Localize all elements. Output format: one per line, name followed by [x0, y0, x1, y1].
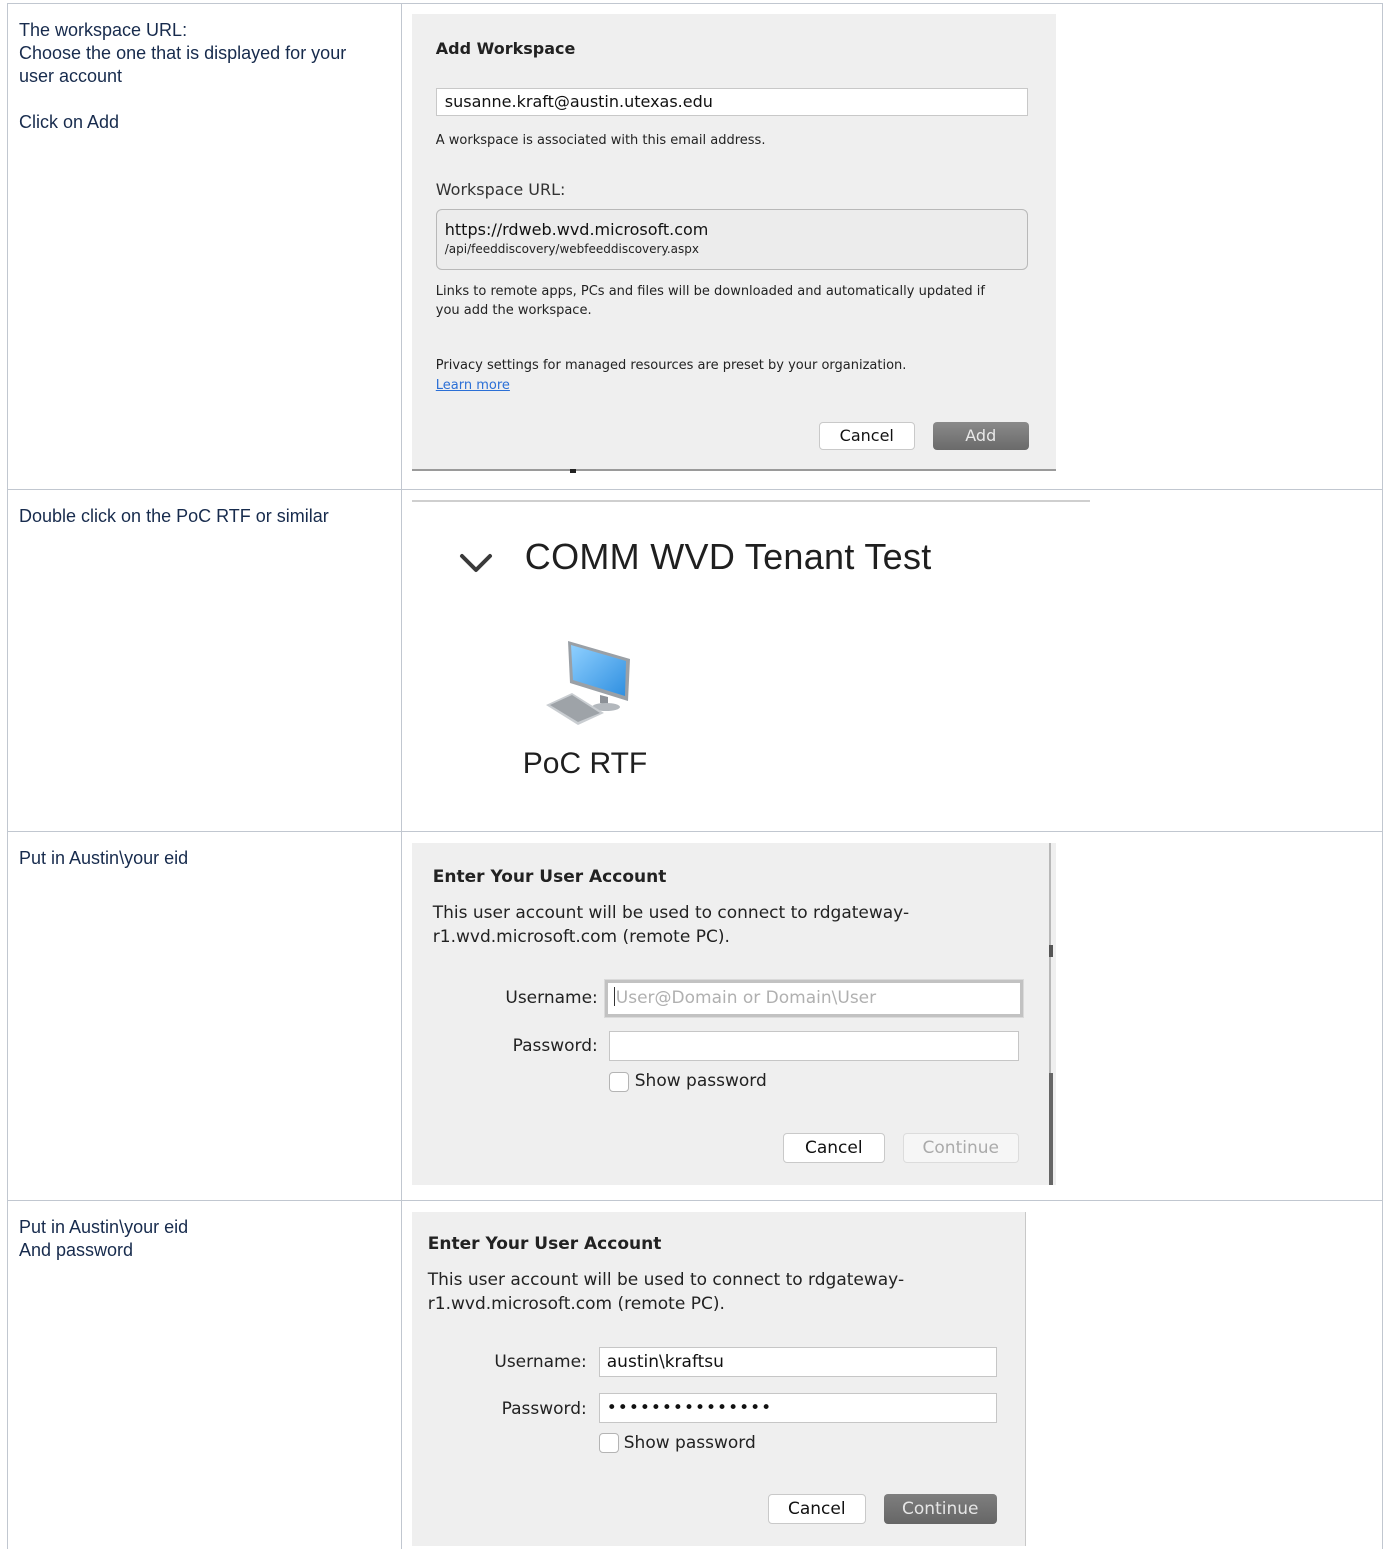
- username-input[interactable]: austin\kraftsu: [598, 1347, 997, 1377]
- email-association-note: A workspace is associated with this emai…: [435, 133, 766, 148]
- password-label: Password:: [512, 1036, 598, 1056]
- workspace-url-path: /api/feeddiscovery/webfeeddiscovery.aspx: [444, 242, 699, 256]
- table-row: Put in Austin\your eid Enter Your User A…: [7, 831, 1384, 1201]
- dialog-title: Enter Your User Account: [427, 1234, 662, 1254]
- username-label: Username:: [494, 1352, 587, 1372]
- password-input[interactable]: [608, 1031, 1019, 1061]
- instruction-text: And password: [19, 1240, 134, 1260]
- workspace-tenant-name: COMM WVD Tenant Test: [524, 536, 932, 577]
- screenshot-cell: Enter Your User Account This user accoun…: [400, 1200, 1384, 1549]
- text-cursor: [613, 987, 615, 1006]
- user-account-dialog: Enter Your User Account This user accoun…: [411, 1212, 1026, 1546]
- dialog-description: This user account will be used to connec…: [433, 901, 909, 949]
- cancel-button[interactable]: Cancel: [782, 1133, 885, 1163]
- instruction-text: Put in Austin\your eid: [19, 848, 189, 868]
- instruction-text: Click on Add: [19, 112, 120, 132]
- divider-mark: [569, 469, 576, 473]
- show-password-label: Show password: [623, 1433, 756, 1453]
- remote-pc-label[interactable]: PoC RTF: [523, 747, 647, 781]
- show-password-label: Show password: [634, 1071, 767, 1091]
- workspace-view: COMM WVD Tenant Test PoC RTF: [411, 500, 1090, 820]
- description-line: This user account will be used to connec…: [432, 903, 910, 923]
- instruction-text: Double click on the PoC RTF or similar: [19, 506, 329, 526]
- table-row: Double click on the PoC RTF or similar C…: [7, 489, 1384, 832]
- cancel-button[interactable]: Cancel: [818, 422, 915, 450]
- add-button[interactable]: Add: [932, 422, 1029, 450]
- dialog-description: This user account will be used to connec…: [428, 1268, 904, 1316]
- table-row: The workspace URL: Choose the one that i…: [7, 3, 1384, 490]
- window-edge-mark: [1048, 945, 1053, 957]
- screenshot-cell: Add Workspace susanne.kraft@austin.utexa…: [400, 3, 1384, 490]
- description-line: r1.wvd.microsoft.com (remote PC).: [427, 1294, 725, 1314]
- instruction-cell: The workspace URL: Choose the one that i…: [7, 3, 402, 490]
- remote-pc-icon[interactable]: [542, 635, 634, 727]
- show-password-checkbox[interactable]: [598, 1433, 619, 1453]
- instruction-text: [19, 88, 389, 111]
- window-edge-mark: [1048, 1073, 1053, 1185]
- dialog-title: Add Workspace: [435, 39, 576, 58]
- instruction-cell: Put in Austin\your eid: [7, 831, 402, 1201]
- continue-button[interactable]: Continue: [883, 1494, 997, 1524]
- workspace-url-host: https://rdweb.wvd.microsoft.com: [444, 220, 709, 239]
- learn-more-link[interactable]: Learn more: [436, 376, 1016, 396]
- download-note: Links to remote apps, PCs and files will…: [435, 284, 985, 318]
- description-line: This user account will be used to connec…: [427, 1270, 905, 1290]
- privacy-text: Privacy settings for managed resources a…: [435, 358, 907, 373]
- username-placeholder: User@Domain or Domain\User: [615, 988, 877, 1008]
- continue-button[interactable]: Continue: [902, 1133, 1019, 1163]
- instructions-table: The workspace URL: Choose the one that i…: [7, 3, 1384, 1549]
- description-line: r1.wvd.microsoft.com (remote PC).: [432, 927, 730, 947]
- window-edge: [1024, 1212, 1026, 1546]
- cancel-button[interactable]: Cancel: [767, 1494, 866, 1524]
- user-account-dialog: Enter Your User Account This user accoun…: [411, 843, 1056, 1185]
- workspace-url-field[interactable]: https://rdweb.wvd.microsoft.com /api/fee…: [435, 209, 1028, 270]
- show-password-checkbox[interactable]: [608, 1072, 629, 1092]
- add-workspace-dialog: Add Workspace susanne.kraft@austin.utexa…: [411, 14, 1056, 473]
- instruction-text: Put in Austin\your eid: [19, 1217, 189, 1237]
- username-label: Username:: [505, 988, 598, 1008]
- password-label: Password:: [501, 1399, 587, 1419]
- privacy-note: Privacy settings for managed resources a…: [436, 356, 1016, 396]
- email-field[interactable]: susanne.kraft@austin.utexas.edu: [435, 88, 1028, 116]
- screenshot-cell: Enter Your User Account This user accoun…: [400, 831, 1384, 1201]
- instruction-text: user account: [19, 66, 123, 86]
- instruction-cell: Double click on the PoC RTF or similar: [7, 489, 402, 832]
- dialog-title: Enter Your User Account: [432, 867, 667, 887]
- chevron-down-icon[interactable]: [456, 544, 496, 584]
- screenshot-cell: COMM WVD Tenant Test PoC RTF: [400, 489, 1384, 832]
- workspace-url-label: Workspace URL:: [435, 180, 566, 199]
- instruction-text: Choose the one that is displayed for you…: [19, 43, 347, 63]
- instruction-cell: Put in Austin\your eid And password: [7, 1200, 402, 1549]
- username-input[interactable]: User@Domain or Domain\User: [604, 980, 1023, 1017]
- password-input[interactable]: •••••••••••••••: [598, 1393, 997, 1423]
- divider: [411, 500, 1090, 502]
- divider: [411, 469, 1056, 471]
- instruction-text: The workspace URL:: [19, 20, 188, 40]
- table-row: Put in Austin\your eid And password Ente…: [7, 1200, 1384, 1549]
